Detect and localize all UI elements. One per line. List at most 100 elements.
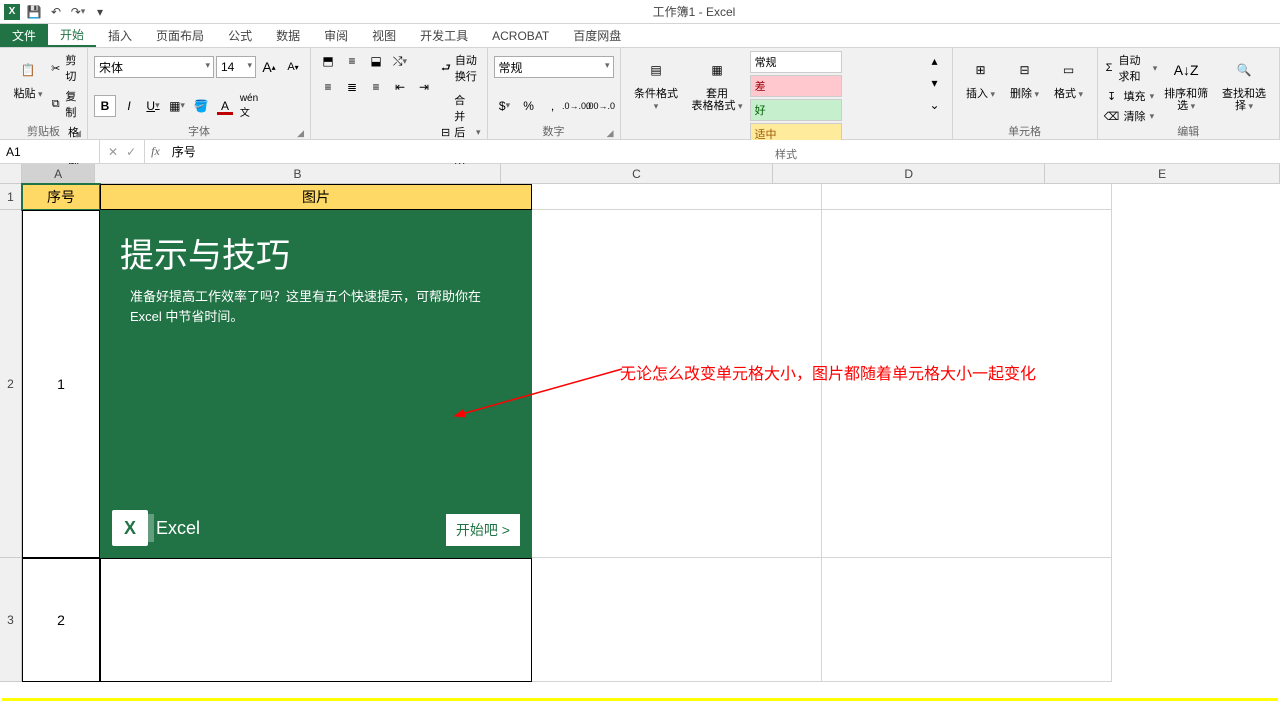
align-bottom-icon[interactable]: ⬓: [365, 50, 387, 72]
bold-button[interactable]: B: [94, 95, 116, 117]
cancel-formula-icon[interactable]: ✕: [108, 145, 118, 159]
cell-d3[interactable]: [822, 558, 1112, 682]
font-color-button[interactable]: A: [214, 95, 236, 117]
tips-start-button[interactable]: 开始吧 >: [446, 514, 520, 546]
title-bar: X 💾 ↶ ↷ ▾ 工作簿1 - Excel: [0, 0, 1280, 24]
document-title: 工作簿1 - Excel: [108, 3, 1280, 20]
name-box[interactable]: [0, 140, 100, 163]
tab-view[interactable]: 视图: [360, 24, 408, 47]
tab-layout[interactable]: 页面布局: [144, 24, 216, 47]
sigma-icon: Σ: [1104, 60, 1115, 76]
find-select-button[interactable]: 🔍查找和选择: [1215, 50, 1273, 116]
sort-filter-button[interactable]: A↓Z排序和筛选: [1157, 50, 1215, 116]
clipboard-launcher-icon[interactable]: ◢: [74, 128, 81, 139]
save-icon[interactable]: 💾: [26, 4, 42, 20]
conditional-format-icon: ▤: [640, 54, 672, 86]
cell-c3[interactable]: [532, 558, 822, 682]
comma-icon[interactable]: ,: [542, 95, 564, 117]
tab-acrobat[interactable]: ACROBAT: [480, 24, 561, 47]
cell-styles-gallery[interactable]: 常规 差 好 适中: [749, 50, 924, 146]
cell-b3[interactable]: [100, 558, 532, 682]
align-top-icon[interactable]: ⬒: [317, 50, 339, 72]
increase-font-icon[interactable]: A▴: [258, 56, 280, 78]
copy-button[interactable]: ⧉复制: [50, 86, 81, 122]
italic-button[interactable]: I: [118, 95, 140, 117]
style-bad[interactable]: 差: [750, 75, 842, 97]
style-good[interactable]: 好: [750, 99, 842, 121]
qat-customize-icon[interactable]: ▾: [92, 4, 108, 20]
number-launcher-icon[interactable]: ◢: [607, 128, 614, 139]
styles-scroll-down-icon[interactable]: ▾: [924, 72, 946, 94]
row-header-1[interactable]: 1: [0, 184, 22, 210]
tab-formulas[interactable]: 公式: [216, 24, 264, 47]
excel-logo: X Excel: [112, 510, 200, 546]
eraser-icon: ⌫: [1104, 108, 1120, 124]
cut-button[interactable]: ✂剪切: [50, 50, 81, 86]
tab-home[interactable]: 开始: [48, 24, 96, 47]
tab-file[interactable]: 文件: [0, 24, 48, 47]
tips-title: 提示与技巧: [120, 228, 512, 277]
cell-d2[interactable]: [822, 210, 1112, 558]
increase-decimal-icon[interactable]: .0→.00: [566, 95, 588, 117]
enter-formula-icon[interactable]: ✓: [126, 145, 136, 159]
cell-a2[interactable]: 1: [22, 210, 100, 558]
align-center-icon[interactable]: ≣: [341, 76, 363, 98]
indent-decrease-icon[interactable]: ⇤: [389, 76, 411, 98]
col-header-b[interactable]: B: [95, 164, 501, 184]
align-middle-icon[interactable]: ≡: [341, 50, 363, 72]
number-format-select[interactable]: [494, 56, 614, 78]
font-size-select[interactable]: [216, 56, 256, 78]
cell-b1[interactable]: 图片: [100, 184, 532, 210]
fill-button[interactable]: ↧填充: [1104, 86, 1158, 106]
styles-group-label: 样式: [775, 146, 797, 162]
tab-data[interactable]: 数据: [264, 24, 312, 47]
col-header-a[interactable]: A: [22, 164, 95, 184]
excel-icon: X: [4, 4, 20, 20]
select-all-corner[interactable]: [0, 164, 22, 184]
undo-icon[interactable]: ↶: [48, 4, 64, 20]
align-left-icon[interactable]: ≡: [317, 76, 339, 98]
underline-button[interactable]: U: [142, 95, 164, 117]
col-header-d[interactable]: D: [773, 164, 1045, 184]
fill-color-button[interactable]: 🪣: [190, 95, 212, 117]
wrap-text-button[interactable]: ⮐自动换行: [441, 50, 481, 86]
format-cells-button[interactable]: ▭格式: [1047, 50, 1091, 104]
row-header-3[interactable]: 3: [0, 558, 22, 682]
align-right-icon[interactable]: ≡: [365, 76, 387, 98]
col-header-e[interactable]: E: [1045, 164, 1280, 184]
percent-icon[interactable]: %: [518, 95, 540, 117]
redo-icon[interactable]: ↷: [70, 4, 86, 20]
cell-a3[interactable]: 2: [22, 558, 100, 682]
col-header-c[interactable]: C: [501, 164, 773, 184]
orientation-icon[interactable]: ⤭: [389, 50, 411, 72]
cell-c1[interactable]: [532, 184, 822, 210]
tab-review[interactable]: 审阅: [312, 24, 360, 47]
paste-button[interactable]: 📋 粘贴: [6, 50, 50, 104]
style-normal[interactable]: 常规: [750, 51, 842, 73]
decrease-font-icon[interactable]: A▾: [282, 56, 304, 78]
phonetic-button[interactable]: wén文: [238, 95, 260, 117]
format-as-table-button[interactable]: ▦ 套用 表格格式: [686, 50, 749, 116]
cell-d1[interactable]: [822, 184, 1112, 210]
indent-increase-icon[interactable]: ⇥: [413, 76, 435, 98]
tab-insert[interactable]: 插入: [96, 24, 144, 47]
insert-cells-button[interactable]: ⊞插入: [959, 50, 1003, 104]
cell-a1[interactable]: 序号: [22, 184, 100, 210]
autosum-button[interactable]: Σ自动求和: [1104, 50, 1158, 86]
delete-cells-button[interactable]: ⊟删除: [1003, 50, 1047, 104]
annotation-text: 无论怎么改变单元格大小，图片都随着单元格大小一起变化: [620, 360, 1036, 384]
tab-baidu[interactable]: 百度网盘: [561, 24, 633, 47]
row-header-2[interactable]: 2: [0, 210, 22, 558]
border-button[interactable]: ▦: [166, 95, 188, 117]
binoculars-icon: 🔍: [1228, 54, 1260, 86]
font-launcher-icon[interactable]: ◢: [297, 128, 304, 139]
styles-scroll-up-icon[interactable]: ▴: [924, 50, 946, 72]
decrease-decimal-icon[interactable]: .00→.0: [590, 95, 612, 117]
tab-dev[interactable]: 开发工具: [408, 24, 480, 47]
font-name-select[interactable]: [94, 56, 214, 78]
styles-more-icon[interactable]: ⌄: [924, 94, 946, 116]
fx-icon[interactable]: fx: [145, 140, 166, 163]
conditional-format-button[interactable]: ▤ 条件格式: [627, 50, 686, 116]
currency-icon[interactable]: $: [494, 95, 516, 117]
ribbon-tabs: 文件 开始 插入 页面布局 公式 数据 审阅 视图 开发工具 ACROBAT 百…: [0, 24, 1280, 48]
